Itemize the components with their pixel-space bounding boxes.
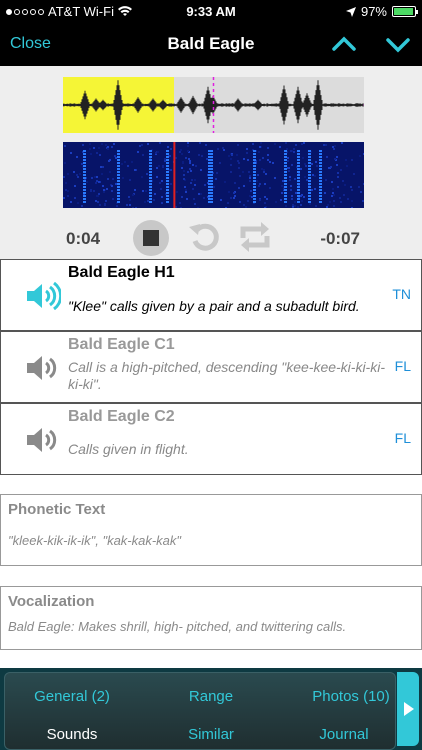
sound-code: FL (394, 358, 411, 374)
sound-title: Bald Eagle C2 (68, 408, 175, 425)
tab-similar[interactable]: Similar (146, 726, 276, 743)
sound-code: FL (394, 430, 411, 446)
waveform-trace (63, 77, 364, 133)
vocalization-section: Vocalization Bald Eagle: Makes shrill, h… (0, 586, 422, 650)
tab-next-button[interactable] (397, 672, 419, 746)
sound-title: Bald Eagle H1 (68, 264, 175, 281)
nav-bar: Close Bald Eagle (0, 22, 422, 66)
sound-code: TN (392, 286, 411, 302)
sound-description: "Klee" calls given by a pair and a subad… (68, 298, 360, 314)
section-heading: Phonetic Text (8, 501, 106, 518)
spectrogram[interactable] (63, 142, 364, 208)
speaker-icon (27, 282, 61, 310)
phonetic-text: "kleek-kik-ik-ik", "kak-kak-kak" (8, 533, 182, 548)
speaker-icon (27, 356, 57, 380)
location-arrow-icon (345, 6, 356, 17)
stop-icon (143, 230, 159, 246)
elapsed-time: 0:04 (66, 229, 101, 248)
phonetic-text-section: Phonetic Text "kleek-kik-ik-ik", "kak-ka… (0, 494, 422, 566)
page-title: Bald Eagle (167, 34, 255, 53)
remaining-time: -0:07 (320, 229, 360, 248)
sound-item-h1[interactable]: Bald Eagle H1 "Klee" calls given by a pa… (0, 259, 422, 331)
tab-journal[interactable]: Journal (279, 726, 409, 743)
sound-title: Bald Eagle C1 (68, 336, 175, 353)
vocalization-text: Bald Eagle: Makes shrill, high- pitched,… (8, 619, 347, 634)
status-bar: AT&T Wi-Fi 9:33 AM 97% (0, 0, 422, 22)
battery-icon (392, 6, 418, 17)
loop-icon[interactable] (236, 218, 274, 256)
stop-button[interactable] (133, 220, 169, 256)
sound-description: Calls given in flight. (68, 441, 189, 457)
section-heading: Vocalization (8, 593, 95, 610)
tab-panel: General (2) Range Photos (10) Sounds Sim… (4, 672, 396, 750)
battery-percent: 97% (360, 4, 387, 19)
chevron-up-icon[interactable] (332, 32, 356, 56)
bottom-tab-bar: General (2) Range Photos (10) Sounds Sim… (0, 668, 422, 750)
sound-item-c1[interactable]: Bald Eagle C1 Call is a high-pitched, de… (0, 331, 422, 403)
sound-description: Call is a high-pitched, descending "kee-… (68, 359, 385, 392)
tab-general[interactable]: General (2) (7, 688, 137, 705)
waveform[interactable] (63, 77, 364, 133)
spectrogram-plot (63, 142, 364, 208)
tab-sounds[interactable]: Sounds (7, 726, 137, 743)
replay-icon[interactable] (186, 219, 222, 255)
sound-item-c2[interactable]: Bald Eagle C2 Calls given in flight. FL (0, 403, 422, 475)
status-right: 97% (345, 4, 418, 19)
play-triangle-icon (404, 702, 414, 716)
chevron-down-icon[interactable] (386, 32, 410, 56)
speaker-icon (27, 428, 57, 452)
audio-player: 0:04 -0:07 (0, 66, 422, 259)
tab-range[interactable]: Range (146, 688, 276, 705)
